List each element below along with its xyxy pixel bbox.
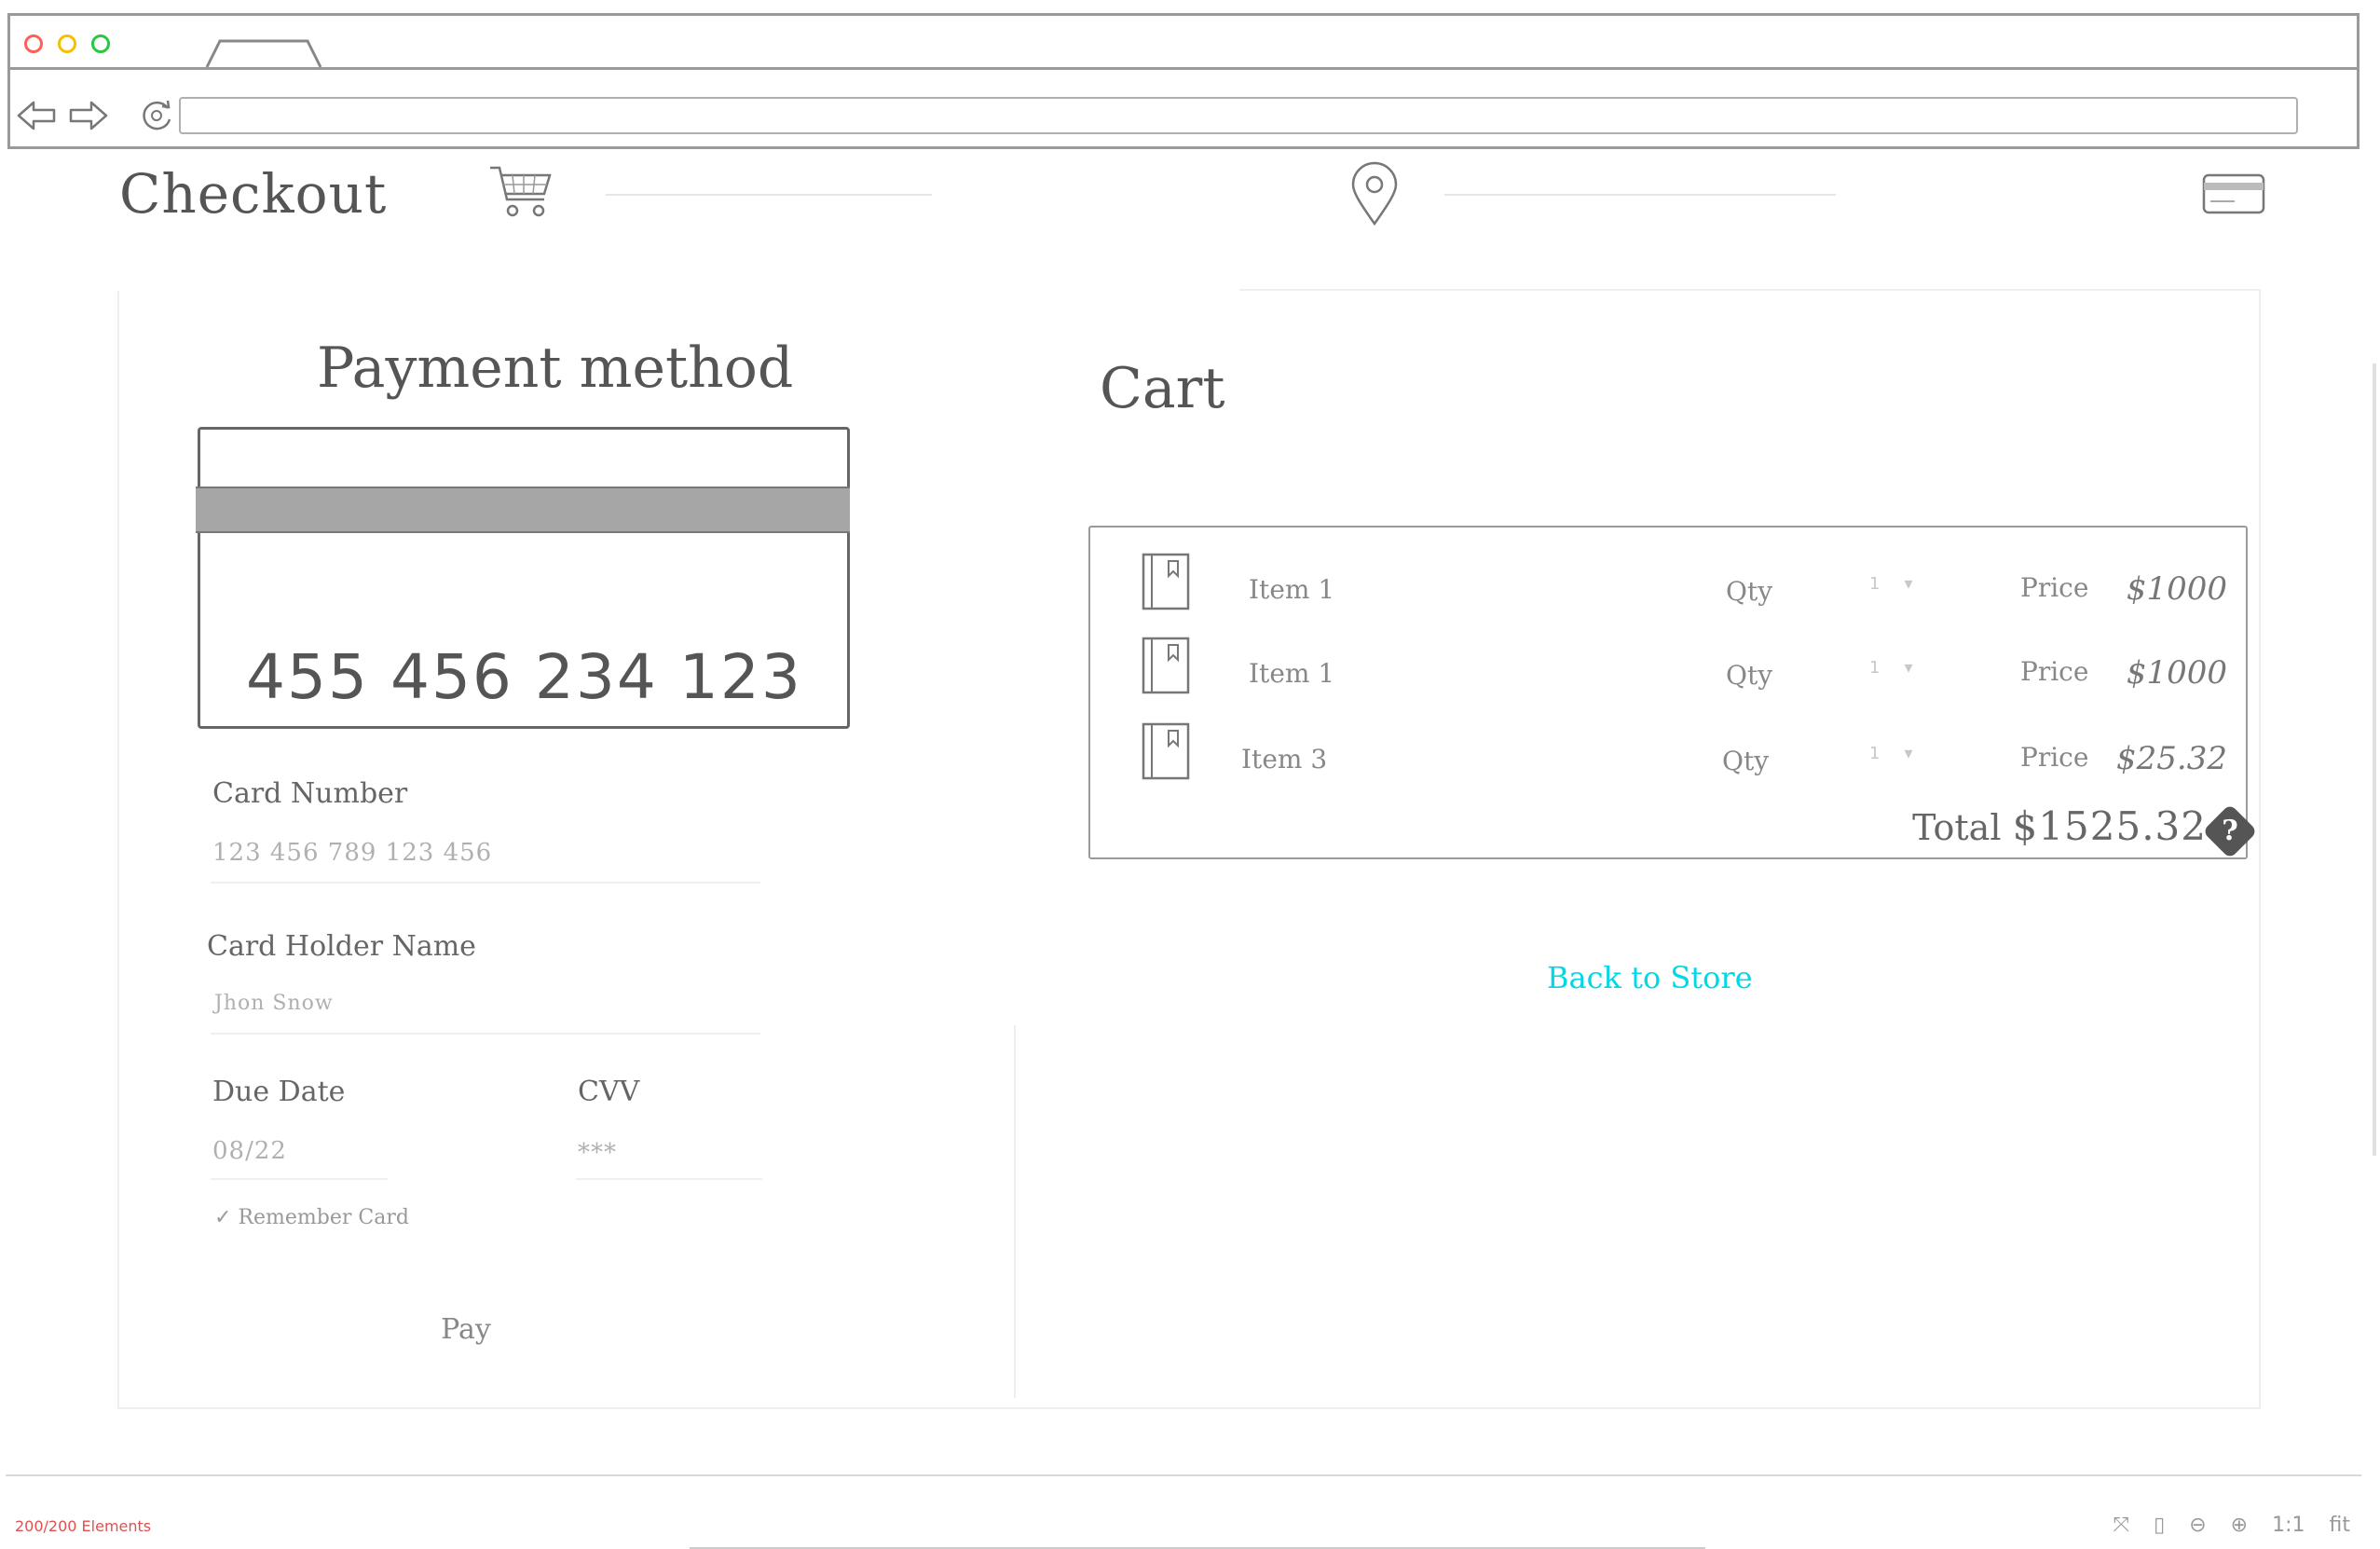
price-label: Price xyxy=(2020,656,2089,687)
cart-total: Total $1525.32? xyxy=(1912,802,2258,859)
cvv-underline xyxy=(576,1178,762,1180)
payment-method-title: Payment method xyxy=(317,336,794,401)
page-title: Checkout xyxy=(119,162,388,226)
help-icon[interactable]: ? xyxy=(2202,802,2258,859)
qty-label: Qty xyxy=(1726,576,1773,607)
total-value: $1525.32 xyxy=(2012,803,2207,849)
column-divider xyxy=(1014,1025,1016,1398)
remember-card-checkbox[interactable]: ✓ Remember Card xyxy=(214,1206,409,1229)
item-name: Item 3 xyxy=(1241,744,1328,774)
qty-value: 1 xyxy=(1869,744,1905,763)
item-price: $1000 xyxy=(2126,570,2227,608)
minimize-window-button[interactable] xyxy=(58,34,76,53)
card-number-display: 455 456 234 123 xyxy=(246,641,802,713)
panel-left-edge xyxy=(117,291,119,1409)
reload-icon[interactable] xyxy=(138,97,175,134)
back-to-store-link[interactable]: Back to Store xyxy=(1547,960,1753,995)
device-icon[interactable]: ▯ xyxy=(2154,1514,2165,1537)
credit-card-icon[interactable] xyxy=(2201,171,2266,216)
cart-row: Item 1 Qty 1▾ Price $1000 xyxy=(1088,636,2248,710)
title-bar-divider xyxy=(7,67,2359,70)
arrow-right-icon[interactable] xyxy=(67,97,110,134)
book-icon xyxy=(1142,722,1190,780)
price-label: Price xyxy=(2020,572,2089,603)
maximize-window-button[interactable] xyxy=(91,34,110,53)
address-bar[interactable] xyxy=(179,97,2298,134)
qty-select[interactable]: 1▾ xyxy=(1869,574,1937,594)
item-price: $25.32 xyxy=(2116,740,2227,777)
card-magnetic-stripe xyxy=(196,487,850,533)
close-window-button[interactable] xyxy=(24,34,43,53)
qty-label: Qty xyxy=(1726,660,1773,691)
cvv-input[interactable]: *** xyxy=(578,1139,617,1167)
panel-top-edge xyxy=(1239,289,2261,291)
step-connector-2 xyxy=(1444,194,1836,196)
arrow-left-icon[interactable] xyxy=(15,97,58,134)
panel-bottom-edge xyxy=(117,1407,2261,1409)
qty-select[interactable]: 1▾ xyxy=(1869,744,1937,763)
cart-row: Item 1 Qty 1▾ Price $1000 xyxy=(1088,552,2248,626)
zoom-controls: ⤧ ▯ ⊖ ⊕ 1:1 fit xyxy=(2113,1514,2350,1537)
zoom-in-icon[interactable]: ⊕ xyxy=(2231,1514,2248,1537)
location-pin-icon[interactable] xyxy=(1347,160,1402,227)
elements-count: 200/200 Elements xyxy=(15,1517,152,1535)
card-number-label: Card Number xyxy=(212,777,408,810)
item-price: $1000 xyxy=(2126,654,2227,692)
item-name: Item 1 xyxy=(1249,574,1335,605)
price-label: Price xyxy=(2020,742,2089,773)
due-date-label: Due Date xyxy=(212,1076,346,1108)
card-holder-underline xyxy=(211,1033,760,1035)
item-name: Item 1 xyxy=(1249,658,1335,689)
zoom-actual-button[interactable]: 1:1 xyxy=(2272,1514,2305,1537)
qty-label: Qty xyxy=(1722,746,1770,776)
cvv-label: CVV xyxy=(578,1076,640,1108)
remember-card-label: Remember Card xyxy=(238,1206,409,1229)
qty-value: 1 xyxy=(1869,574,1905,594)
due-date-input[interactable]: 08/22 xyxy=(212,1137,287,1165)
move-icon[interactable]: ⤧ xyxy=(2113,1514,2130,1537)
zoom-out-icon[interactable]: ⊖ xyxy=(2189,1514,2206,1537)
bottom-divider xyxy=(6,1474,2361,1476)
shopping-cart-icon[interactable] xyxy=(488,162,554,220)
cart-title: Cart xyxy=(1100,356,1225,421)
browser-tab[interactable] xyxy=(205,39,322,69)
cart-row: Item 3 Qty 1▾ Price $25.32 xyxy=(1088,721,2248,796)
card-number-input[interactable]: 123 456 789 123 456 xyxy=(212,839,492,867)
page-scrollbar[interactable] xyxy=(2373,363,2376,1156)
panel-right-edge xyxy=(2259,291,2261,1409)
step-connector-1 xyxy=(606,194,932,196)
book-icon xyxy=(1142,553,1190,610)
qty-value: 1 xyxy=(1869,658,1905,678)
due-date-underline xyxy=(211,1178,388,1180)
pay-button[interactable]: Pay xyxy=(391,1305,540,1353)
zoom-fit-button[interactable]: fit xyxy=(2330,1514,2350,1537)
checkmark-icon: ✓ xyxy=(214,1206,232,1229)
card-number-underline xyxy=(211,882,760,884)
total-label: Total xyxy=(1912,807,2002,848)
card-holder-input[interactable]: Jhon Snow xyxy=(214,992,334,1015)
qty-select[interactable]: 1▾ xyxy=(1869,658,1937,678)
card-holder-label: Card Holder Name xyxy=(207,930,476,963)
book-icon xyxy=(1142,637,1190,694)
